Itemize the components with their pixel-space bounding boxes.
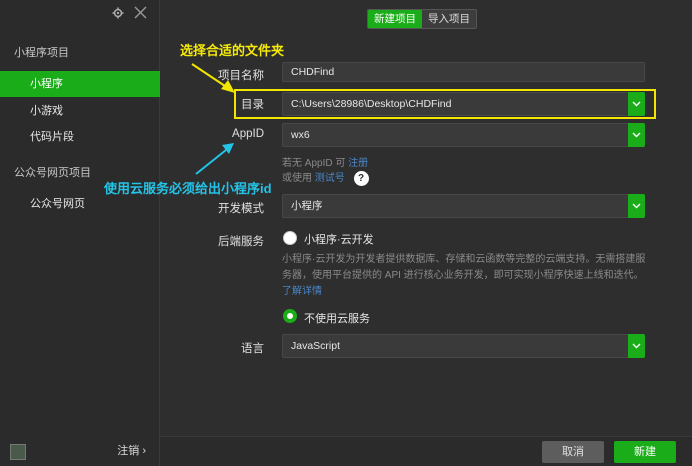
appid-value: wx6 xyxy=(291,129,310,141)
chevron-down-icon xyxy=(632,343,641,349)
sidebar-toolbar xyxy=(112,6,147,19)
appid-hint-test: 或使用 测试号 ? xyxy=(282,169,369,186)
tab-import-project[interactable]: 导入项目 xyxy=(422,10,476,28)
logout-button[interactable]: 注销 › xyxy=(117,442,146,458)
learn-more-link[interactable]: 了解详情 xyxy=(282,286,322,297)
language-value: JavaScript xyxy=(291,340,341,352)
tab-new-project[interactable]: 新建项目 xyxy=(368,10,422,28)
appid-dropdown-button[interactable] xyxy=(628,123,645,147)
avatar[interactable] xyxy=(10,444,26,460)
backend-label: 后端服务 xyxy=(218,236,264,248)
footer-bar xyxy=(160,436,692,466)
directory-highlight-box xyxy=(234,89,656,119)
dev-mode-dropdown-button[interactable] xyxy=(628,194,645,218)
appid-input[interactable]: wx6 xyxy=(282,123,645,147)
cancel-button[interactable]: 取消 xyxy=(542,441,604,463)
create-button[interactable]: 新建 xyxy=(614,441,676,463)
close-icon[interactable] xyxy=(134,6,147,19)
sidebar-item-miniprogram[interactable]: 小程序 xyxy=(0,71,160,97)
appid-label: AppID xyxy=(232,128,264,140)
cloud-description-text: 小程序·云开发为开发者提供数据库、存储和云函数等完整的云端支持。无需搭建服务器，… xyxy=(282,254,646,281)
annotation-choose-folder: 选择合适的文件夹 xyxy=(180,43,285,58)
test-account-link[interactable]: 测试号 xyxy=(315,173,345,184)
no-cloud-radio[interactable] xyxy=(283,309,297,323)
cloud-dev-label[interactable]: 小程序·云开发 xyxy=(304,231,374,247)
sidebar-item-code-snippet[interactable]: 代码片段 xyxy=(0,124,160,150)
language-select[interactable]: JavaScript xyxy=(282,334,645,358)
dev-mode-value: 小程序 xyxy=(291,200,323,212)
project-tabs: 新建项目 导入项目 xyxy=(367,9,477,29)
appid-hint-text: 若无 AppID 可 xyxy=(282,158,346,169)
chevron-down-icon xyxy=(632,203,641,209)
annotation-cloud-note: 使用云服务必须给出小程序id xyxy=(104,181,272,196)
dev-mode-select[interactable]: 小程序 xyxy=(282,194,645,218)
project-name-input[interactable]: CHDFind xyxy=(282,62,645,82)
cloud-dev-radio[interactable] xyxy=(283,231,297,245)
chevron-down-icon xyxy=(632,132,641,138)
help-icon[interactable]: ? xyxy=(353,170,369,186)
language-dropdown-button[interactable] xyxy=(628,334,645,358)
appid-hint-text-2: 或使用 xyxy=(282,173,312,184)
no-cloud-label[interactable]: 不使用云服务 xyxy=(304,310,370,326)
cyan-arrow xyxy=(195,143,234,175)
group-title-miniprogram: 小程序项目 xyxy=(14,47,69,59)
dev-mode-label: 开发模式 xyxy=(218,203,264,215)
language-label: 语言 xyxy=(241,343,264,355)
register-link[interactable]: 注册 xyxy=(348,158,368,169)
sidebar-item-minigame[interactable]: 小游戏 xyxy=(0,98,160,124)
sidebar-bottom: 注销 › xyxy=(0,436,160,466)
group-title-official-web: 公众号网页项目 xyxy=(14,167,91,179)
project-name-label: 项目名称 xyxy=(218,70,264,82)
gear-icon[interactable] xyxy=(112,7,124,19)
cloud-description: 小程序·云开发为开发者提供数据库、存储和云函数等完整的云端支持。无需搭建服务器，… xyxy=(282,252,647,300)
sidebar: 小程序项目 小程序 小游戏 代码片段 公众号网页项目 公众号网页 注销 › xyxy=(0,0,160,466)
appid-hint-register: 若无 AppID 可 注册 xyxy=(282,154,368,169)
